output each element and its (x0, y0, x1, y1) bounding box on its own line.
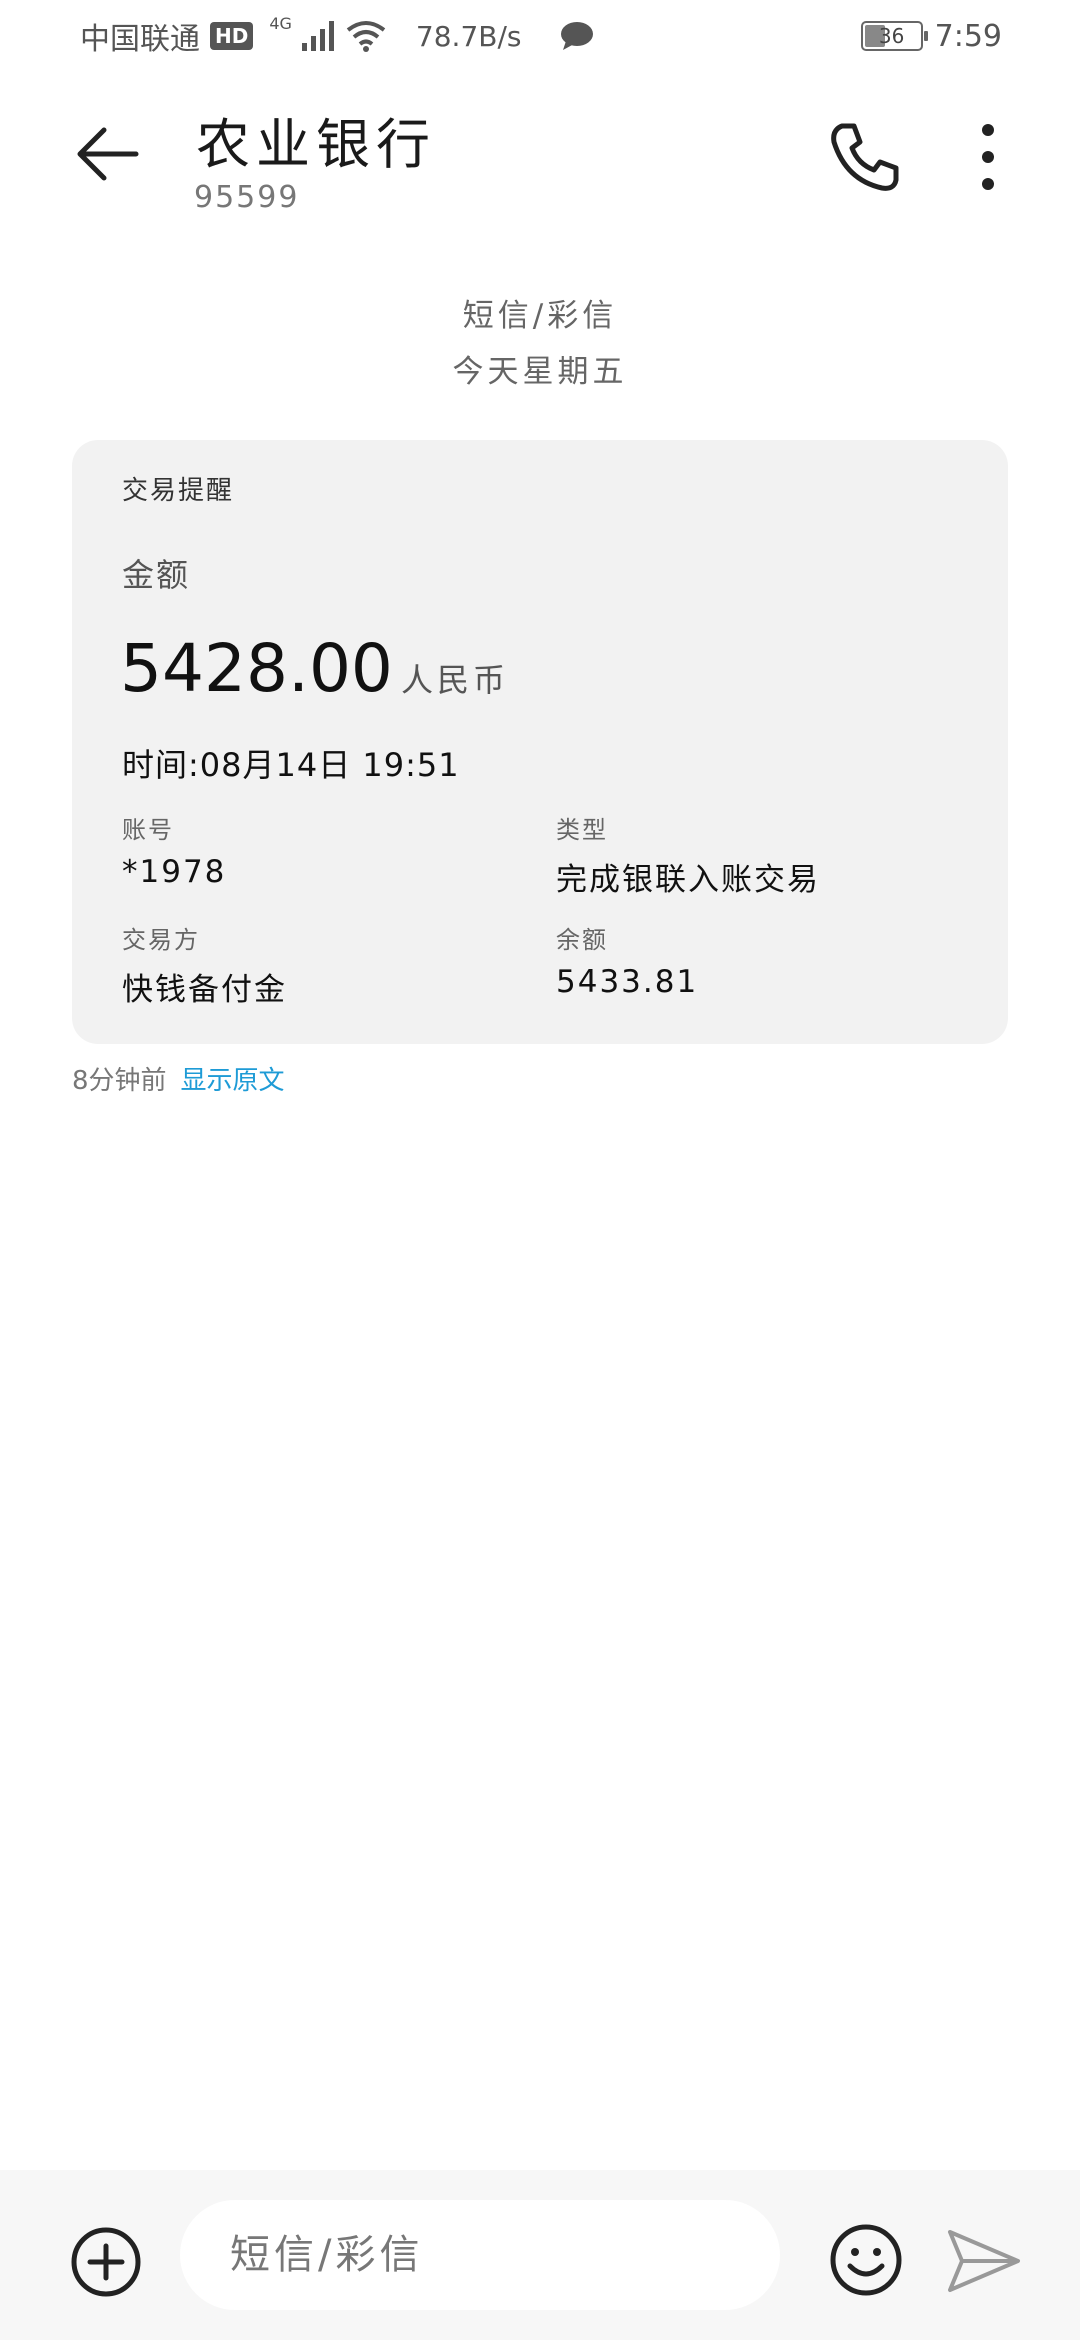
amount-label: 金额 (122, 556, 191, 594)
transaction-card[interactable]: 交易提醒 金额 5428.00 人民币 时间:08月14日 19:51 账号 *… (72, 440, 1008, 1044)
balance-value: 5433.81 (556, 964, 699, 1000)
signal-icon (301, 21, 334, 51)
account-value: *1978 (122, 854, 227, 890)
counterparty-value: 快钱备付金 (122, 972, 287, 1008)
wifi-icon (346, 21, 386, 52)
smiley-icon (830, 2224, 902, 2296)
emoji-button[interactable] (828, 2222, 904, 2298)
type-label: 类型 (556, 816, 608, 844)
date-label: 今天星期五 (452, 354, 628, 390)
amount-row: 5428.00 人民币 (120, 630, 509, 707)
network-speed: 78.7B/s (415, 19, 522, 53)
message-type-label: 短信/彩信 (462, 298, 618, 334)
send-arrow-icon (948, 2230, 1020, 2292)
message-input[interactable] (180, 2200, 780, 2310)
status-bar: 中国联通 HD 4G 78.7B/s 36 7:59 (0, 0, 1080, 72)
back-arrow-icon (77, 127, 139, 181)
screen: 中国联通 HD 4G 78.7B/s 36 7:59 农业银行 95599 短信… (0, 0, 1080, 2340)
card-title: 交易提醒 (122, 476, 235, 506)
battery-level: 36 (878, 24, 905, 48)
show-original-link[interactable]: 显示原文 (181, 1060, 285, 1097)
call-button[interactable] (820, 112, 910, 202)
amount-value: 5428.00 (120, 630, 393, 707)
type-value: 完成银联入账交易 (556, 862, 820, 898)
contact-name: 农业银行 (196, 113, 436, 176)
message-notification-icon (560, 22, 593, 50)
conversation-header: 农业银行 95599 (0, 72, 1080, 252)
status-left: 中国联通 HD 4G 78.7B/s (80, 14, 594, 57)
carrier-label: 中国联通 (80, 22, 200, 57)
add-attachment-button[interactable] (70, 2226, 142, 2298)
network-label: 4G (269, 14, 292, 33)
composer-bar (0, 2170, 1080, 2340)
battery-icon: 36 (860, 21, 928, 51)
contact-number: 95599 (194, 180, 300, 215)
counterparty-label: 交易方 (122, 926, 200, 954)
plus-circle-icon (71, 2227, 141, 2297)
hd-badge: HD (210, 22, 254, 50)
more-options-button[interactable] (958, 112, 1018, 202)
account-label: 账号 (122, 816, 174, 844)
transaction-time: 时间:08月14日 19:51 (122, 746, 460, 784)
phone-icon (831, 123, 899, 191)
message-time-ago: 8分钟前 (72, 1066, 167, 1096)
status-right: 36 7:59 (860, 16, 1002, 56)
currency-label: 人民币 (400, 661, 509, 699)
balance-label: 余额 (556, 926, 608, 954)
send-button[interactable] (946, 2226, 1022, 2296)
thread-meta: 短信/彩信 今天星期五 (0, 288, 1080, 400)
more-vertical-icon (982, 124, 994, 190)
clock: 7:59 (934, 18, 1002, 54)
back-button[interactable] (70, 114, 150, 194)
message-footer: 8分钟前 显示原文 (72, 1060, 285, 1097)
